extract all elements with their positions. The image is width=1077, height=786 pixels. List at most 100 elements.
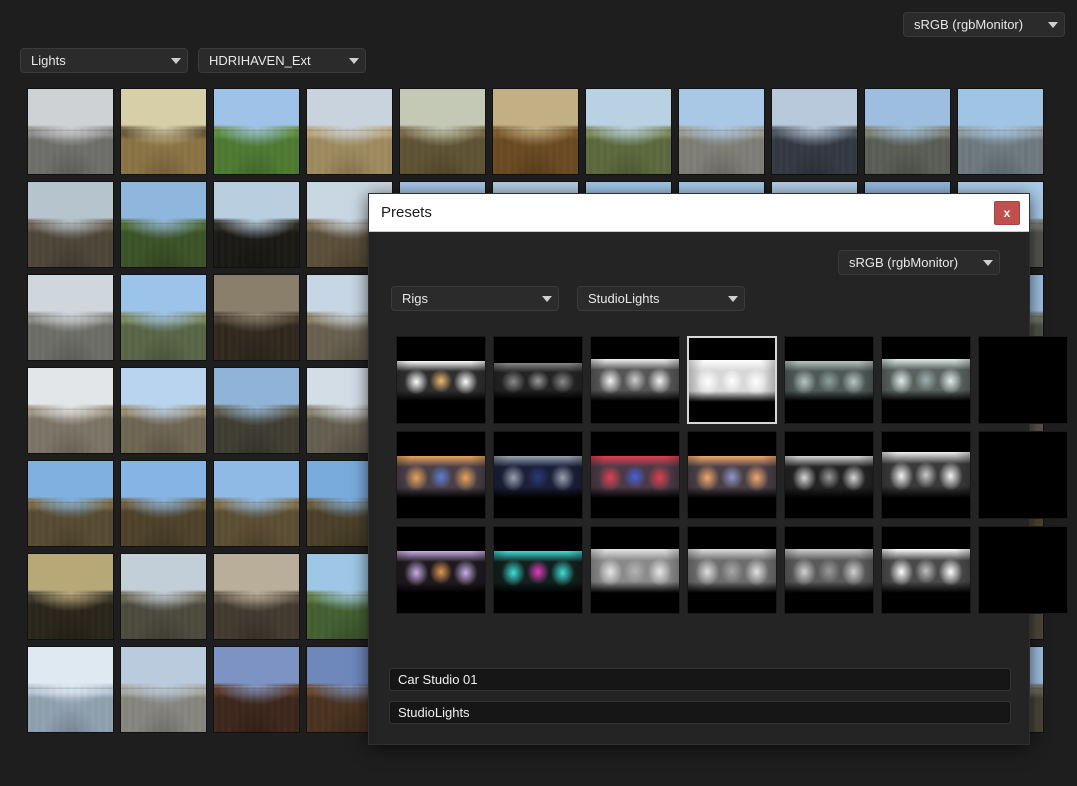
hdri-ground-warp bbox=[214, 686, 299, 732]
hdri-ground-warp bbox=[214, 407, 299, 453]
hdri-ground-warp bbox=[28, 314, 113, 360]
preset-thumbnail[interactable] bbox=[493, 336, 583, 424]
preset-row bbox=[396, 336, 1075, 424]
preset-group-input[interactable]: StudioLights bbox=[389, 701, 1011, 724]
hdri-ground-warp bbox=[214, 314, 299, 360]
preset-preview-image bbox=[494, 551, 582, 593]
hdri-thumbnail[interactable] bbox=[120, 88, 207, 175]
hdri-thumbnail[interactable] bbox=[213, 646, 300, 733]
hdri-thumbnail[interactable] bbox=[27, 88, 114, 175]
preset-thumbnail-grid[interactable] bbox=[396, 336, 1004, 631]
preset-preview-image bbox=[785, 361, 873, 401]
hdri-thumbnail[interactable] bbox=[213, 367, 300, 454]
rigs-dropdown[interactable]: Rigs bbox=[391, 286, 559, 311]
close-icon[interactable]: x bbox=[994, 201, 1020, 225]
preset-thumbnail[interactable] bbox=[881, 526, 971, 614]
preset-thumbnail[interactable] bbox=[881, 336, 971, 424]
hdri-thumbnail[interactable] bbox=[120, 274, 207, 361]
preset-preview-image bbox=[397, 361, 485, 401]
preset-thumbnail[interactable] bbox=[396, 526, 486, 614]
preset-preview-image bbox=[688, 549, 776, 593]
hdri-thumbnail[interactable] bbox=[585, 88, 672, 175]
hdri-thumbnail[interactable] bbox=[27, 460, 114, 547]
hdri-thumbnail[interactable] bbox=[27, 553, 114, 640]
hdri-thumbnail[interactable] bbox=[771, 88, 858, 175]
category-dropdown[interactable]: HDRIHAVEN_Ext bbox=[198, 48, 366, 73]
hdri-ground-warp bbox=[121, 500, 206, 546]
preset-thumbnail[interactable] bbox=[784, 431, 874, 519]
hdri-thumbnail[interactable] bbox=[213, 274, 300, 361]
preset-thumbnail[interactable] bbox=[493, 526, 583, 614]
preset-thumbnail[interactable] bbox=[687, 336, 777, 424]
preset-thumbnail[interactable] bbox=[396, 431, 486, 519]
dialog-colorspace-dropdown[interactable]: sRGB (rgbMonitor) bbox=[838, 250, 1000, 275]
preset-thumbnail[interactable] bbox=[784, 336, 874, 424]
preset-preview-image bbox=[494, 456, 582, 498]
category-dropdown-label: HDRIHAVEN_Ext bbox=[209, 49, 341, 72]
preset-preview-image bbox=[494, 363, 582, 399]
preset-preview-image bbox=[689, 360, 775, 402]
preset-thumbnail[interactable] bbox=[590, 526, 680, 614]
preset-thumbnail[interactable] bbox=[687, 431, 777, 519]
hdri-thumbnail[interactable] bbox=[120, 181, 207, 268]
dialog-titlebar[interactable]: Presets x bbox=[369, 194, 1029, 232]
hdri-thumbnail[interactable] bbox=[864, 88, 951, 175]
hdri-ground-warp bbox=[121, 593, 206, 639]
preset-thumbnail[interactable] bbox=[590, 431, 680, 519]
preset-thumbnail[interactable] bbox=[881, 431, 971, 519]
hdri-ground-warp bbox=[121, 128, 206, 174]
hdri-thumbnail[interactable] bbox=[678, 88, 765, 175]
hdri-thumbnail[interactable] bbox=[213, 553, 300, 640]
hdri-thumbnail[interactable] bbox=[120, 367, 207, 454]
hdri-thumbnail[interactable] bbox=[27, 274, 114, 361]
hdri-thumbnail[interactable] bbox=[27, 646, 114, 733]
hdri-thumbnail[interactable] bbox=[306, 88, 393, 175]
preset-thumbnail[interactable] bbox=[784, 526, 874, 614]
dialog-colorspace-dropdown-label: sRGB (rgbMonitor) bbox=[849, 251, 975, 274]
hdri-thumbnail[interactable] bbox=[957, 88, 1044, 175]
chevron-down-icon bbox=[983, 260, 993, 266]
hdri-thumbnail[interactable] bbox=[492, 88, 579, 175]
preset-set-dropdown-label: StudioLights bbox=[588, 287, 720, 310]
hdri-ground-warp bbox=[214, 221, 299, 267]
preset-thumbnail[interactable] bbox=[590, 336, 680, 424]
preset-thumbnail[interactable] bbox=[978, 431, 1068, 519]
chevron-down-icon bbox=[171, 58, 181, 64]
rigs-dropdown-label: Rigs bbox=[402, 287, 534, 310]
preset-preview-image bbox=[882, 452, 970, 498]
preset-thumbnail[interactable] bbox=[396, 336, 486, 424]
hdri-thumbnail[interactable] bbox=[27, 181, 114, 268]
preset-row bbox=[396, 526, 1075, 614]
library-dropdown-label: Lights bbox=[31, 49, 163, 72]
preset-set-dropdown[interactable]: StudioLights bbox=[577, 286, 745, 311]
preset-thumbnail[interactable] bbox=[493, 431, 583, 519]
preset-thumbnail[interactable] bbox=[978, 336, 1068, 424]
preset-name-input[interactable]: Car Studio 01 bbox=[389, 668, 1011, 691]
hdri-ground-warp bbox=[958, 128, 1043, 174]
hdri-ground-warp bbox=[214, 128, 299, 174]
preset-thumbnail[interactable] bbox=[978, 526, 1068, 614]
preset-preview-image bbox=[688, 456, 776, 498]
preset-preview-image bbox=[882, 359, 970, 401]
preset-thumbnail[interactable] bbox=[687, 526, 777, 614]
hdri-thumbnail[interactable] bbox=[213, 181, 300, 268]
hdri-ground-warp bbox=[214, 593, 299, 639]
hdri-ground-warp bbox=[28, 593, 113, 639]
library-dropdown[interactable]: Lights bbox=[20, 48, 188, 73]
colorspace-dropdown[interactable]: sRGB (rgbMonitor) bbox=[903, 12, 1065, 37]
hdri-ground-warp bbox=[28, 128, 113, 174]
colorspace-dropdown-label: sRGB (rgbMonitor) bbox=[914, 13, 1040, 36]
hdri-thumbnail[interactable] bbox=[213, 460, 300, 547]
hdri-thumbnail[interactable] bbox=[27, 367, 114, 454]
application-window: sRGB (rgbMonitor) Lights HDRIHAVEN_Ext P… bbox=[0, 0, 1077, 786]
hdri-thumbnail[interactable] bbox=[120, 646, 207, 733]
hdri-thumbnail[interactable] bbox=[120, 460, 207, 547]
hdri-thumbnail[interactable] bbox=[399, 88, 486, 175]
hdri-thumbnail[interactable] bbox=[120, 553, 207, 640]
preset-preview-image bbox=[882, 549, 970, 593]
hdri-thumbnail[interactable] bbox=[213, 88, 300, 175]
hdri-ground-warp bbox=[121, 686, 206, 732]
preset-preview-image bbox=[591, 359, 679, 401]
preset-preview-image bbox=[591, 456, 679, 498]
chevron-down-icon bbox=[542, 296, 552, 302]
